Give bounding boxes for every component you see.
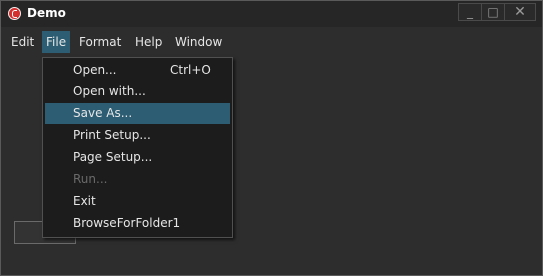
menu-item-save-as[interactable]: Save As...	[45, 103, 230, 124]
menu-item-shortcut: Ctrl+O	[170, 63, 211, 77]
menu-item-label: Print Setup...	[73, 128, 151, 142]
menu-window[interactable]: Window	[171, 31, 226, 53]
menu-item-label: Save As...	[73, 106, 133, 120]
menu-item-browse-for-folder[interactable]: BrowseForFolder1	[45, 213, 230, 234]
maximize-button[interactable]: □	[481, 3, 505, 21]
menu-item-label: Exit	[73, 194, 96, 208]
menu-edit[interactable]: Edit	[7, 31, 38, 53]
app-window: Demo _ □ ✕ Edit File Format Help Window …	[0, 0, 543, 276]
menu-help[interactable]: Help	[131, 31, 166, 53]
window-controls: _ □ ✕	[458, 3, 536, 21]
menu-item-run: Run...	[45, 169, 230, 190]
menu-item-print-setup[interactable]: Print Setup...	[45, 125, 230, 146]
menu-bar: Edit File Format Help Window	[1, 31, 542, 53]
menu-item-open-with[interactable]: Open with...	[45, 81, 230, 102]
file-menu-dropdown: Open... Ctrl+O Open with... Save As... P…	[42, 57, 233, 238]
close-button[interactable]: ✕	[504, 3, 536, 21]
window-title: Demo	[27, 6, 66, 20]
title-bar[interactable]: Demo _ □ ✕	[1, 1, 542, 27]
close-icon: ✕	[514, 4, 526, 20]
menu-item-label: BrowseForFolder1	[73, 216, 181, 230]
menu-item-page-setup[interactable]: Page Setup...	[45, 147, 230, 168]
menu-item-exit[interactable]: Exit	[45, 191, 230, 212]
menu-item-label: Page Setup...	[73, 150, 153, 164]
minimize-icon: _	[467, 5, 473, 19]
minimize-button[interactable]: _	[458, 3, 482, 21]
menu-file[interactable]: File	[42, 31, 71, 53]
menu-item-label: Open...	[73, 63, 117, 77]
app-logo-icon	[8, 7, 21, 20]
maximize-icon: □	[487, 5, 499, 19]
menu-format[interactable]: Format	[75, 31, 125, 53]
menu-item-label: Open with...	[73, 84, 146, 98]
menu-item-label: Run...	[73, 172, 108, 186]
menu-item-open[interactable]: Open... Ctrl+O	[45, 60, 230, 81]
